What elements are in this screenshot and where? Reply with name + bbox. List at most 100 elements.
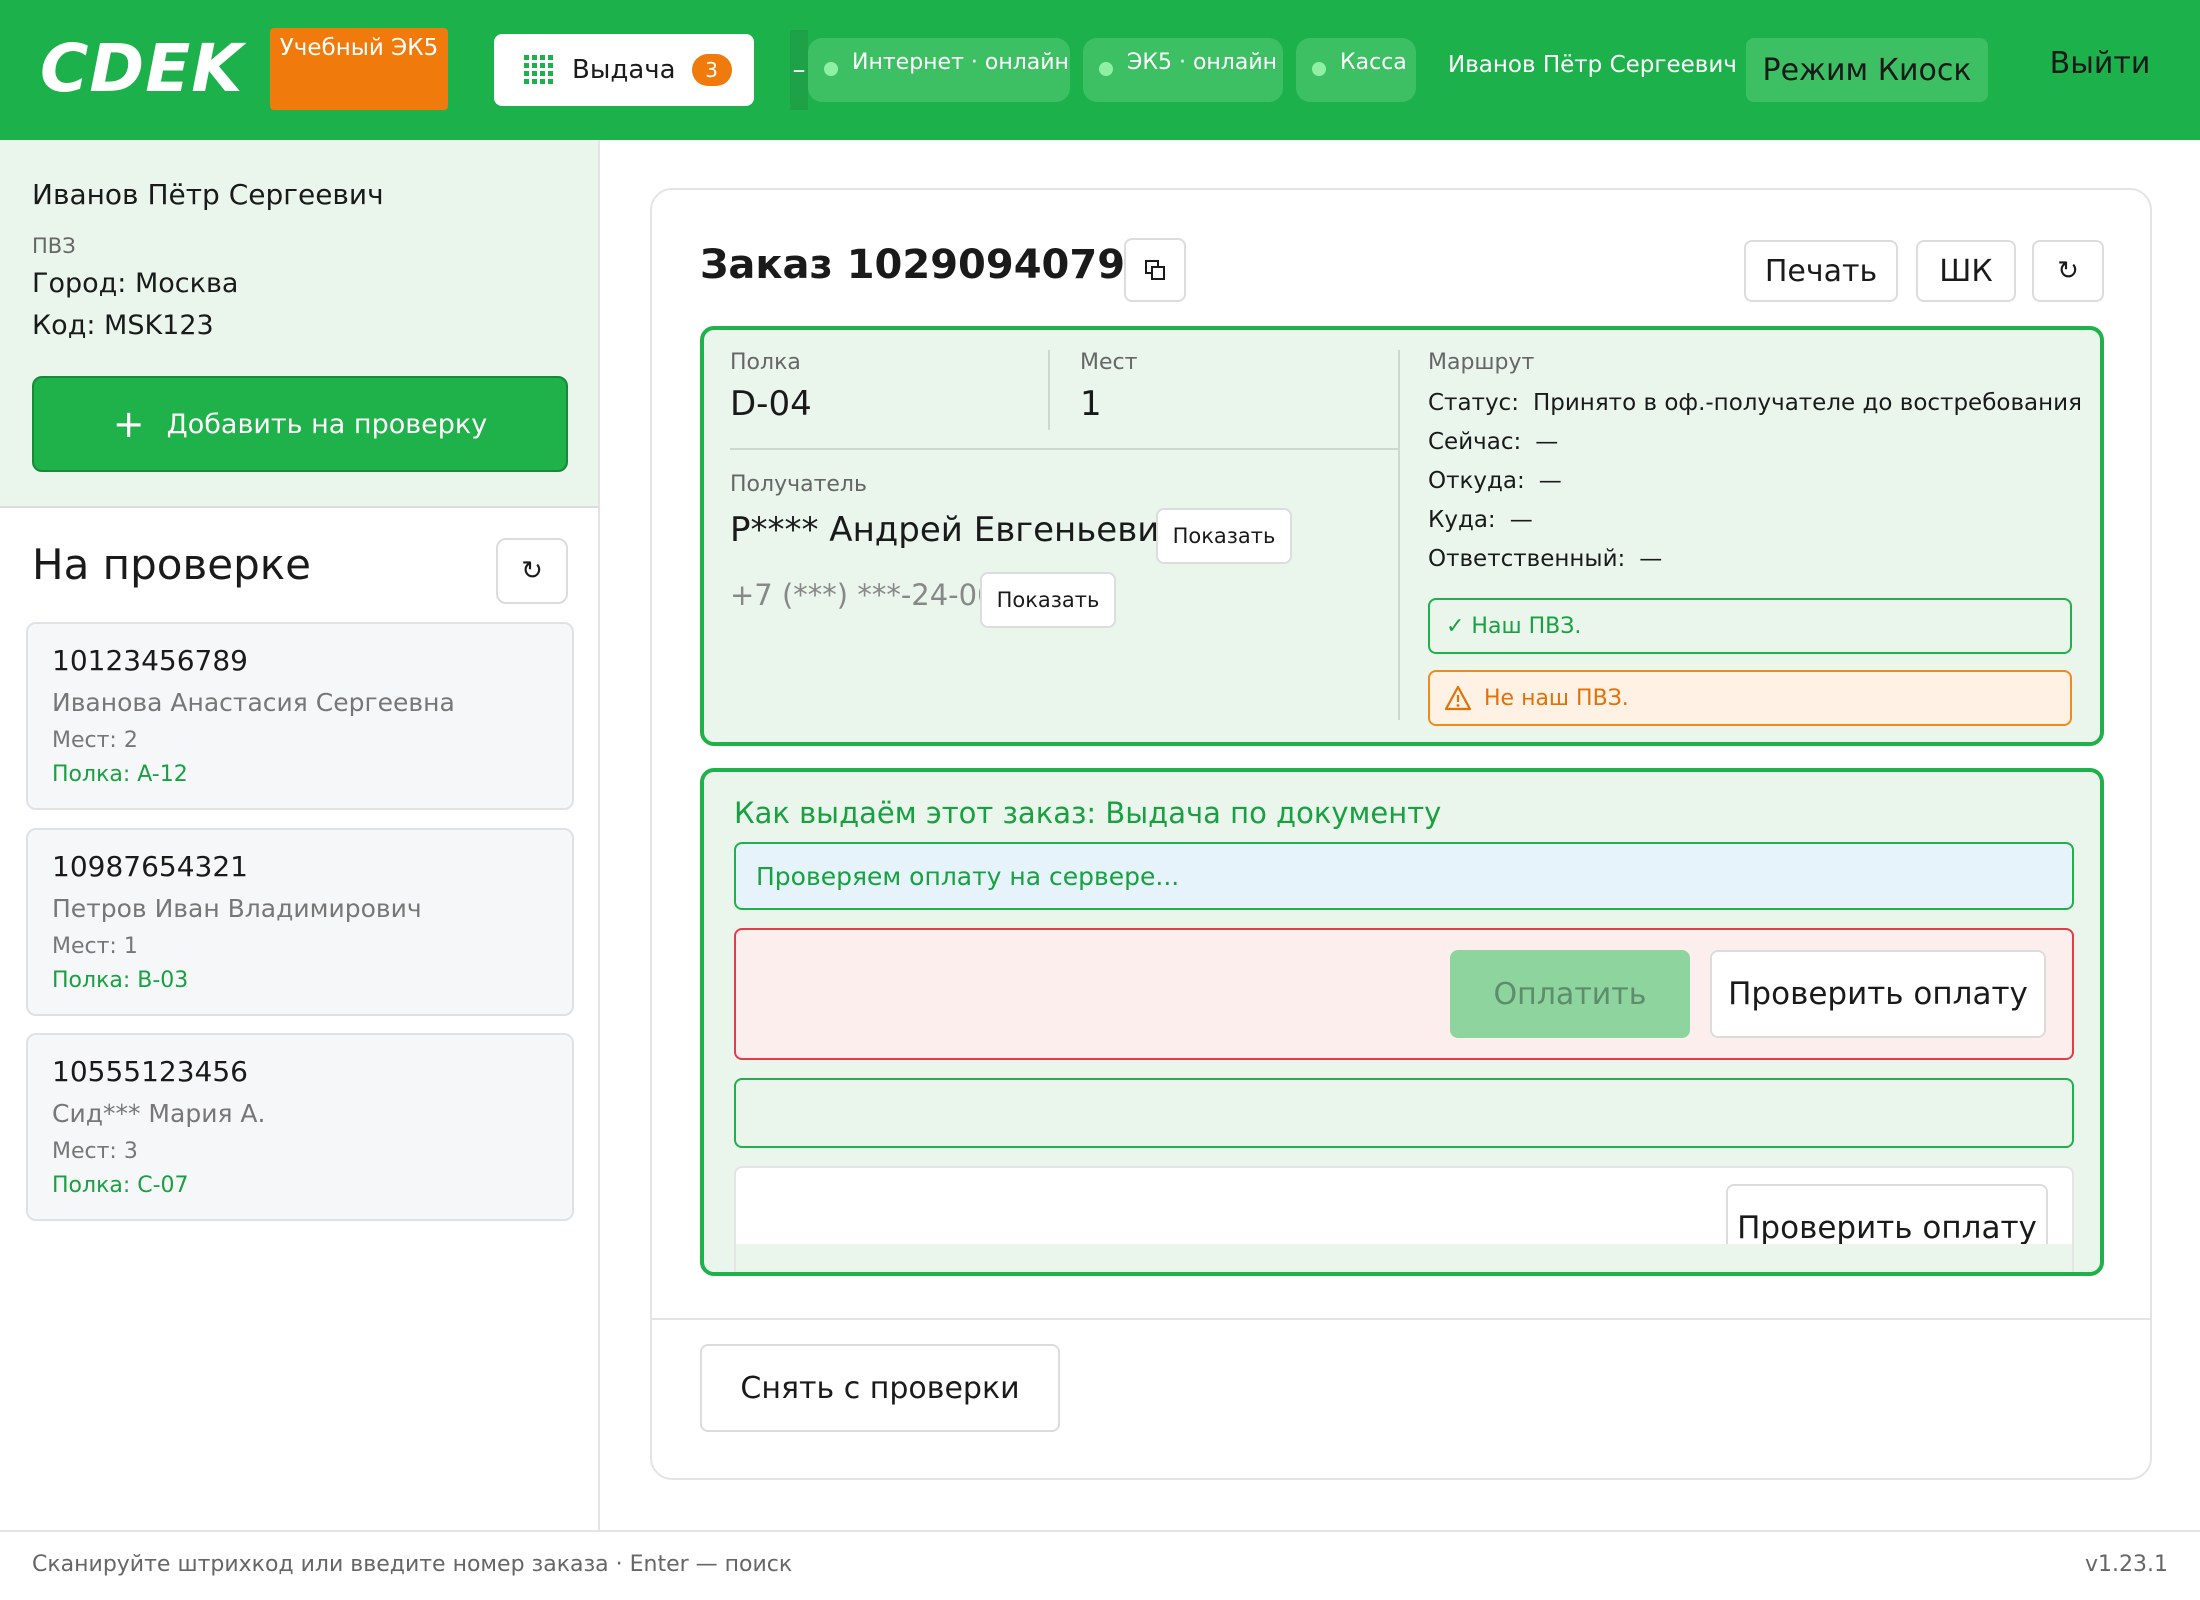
pvz-city: Город: Москва [32,268,239,299]
print-button[interactable]: Печать [1744,240,1898,302]
tab-issue[interactable]: Выдача 3 [494,34,754,106]
grid-icon [524,55,553,84]
refresh-order-button[interactable]: ↻ [2032,240,2104,302]
recipient-phone: +7 (***) ***-24-00 [730,578,996,612]
pvz-label: ПВЗ [32,234,76,258]
card-places: Мест: 1 [52,934,138,959]
warning-icon [1444,685,1472,711]
order-panel: Заказ 10290940794 Печать ШК ↻ Полка D-04… [650,188,2152,1480]
secondary-payment-zone: Проверить оплату [734,1166,2074,1272]
order-info-box: Полка D-04 Мест 1 Получатель Р**** Андре… [700,326,2104,746]
review-card[interactable]: 10555123456 Сид*** Мария А. Мест: 3 Полк… [26,1033,574,1221]
issue-method-title: Как выдаём этот заказ: Выдача по докумен… [734,796,1442,830]
refresh-icon: ↻ [2057,256,2079,286]
barcode-button[interactable]: ШК [1916,240,2016,302]
tab-issue-count-badge: 3 [691,54,732,86]
top-header: CDEK Учебный ЭК5 Выдача 3 – Интернет · о… [0,0,2200,140]
online-dot-icon [1099,62,1113,76]
card-recipient: Иванова Анастасия Сергеевна [52,688,455,717]
shelf-label: Полка [730,350,801,375]
status-kassa: Касса [1296,38,1416,102]
pay-button[interactable]: Оплатить [1450,950,1690,1038]
places-value: 1 [1080,384,1102,424]
route-value: Принято в оф.-получателе до востребовани… [1532,390,2082,416]
header-user-name: Иванов Пётр Сергеевич [1448,52,1737,78]
show-phone-button[interactable]: Показать [980,572,1116,628]
status-ek5-label: ЭК5 · онлайн [1127,50,1278,75]
divider [652,1318,2150,1320]
route-key: Статус: [1428,390,1519,416]
divider [730,448,1398,450]
copy-icon [1145,260,1165,280]
scan-hint: Сканируйте штрихкод или введите номер за… [32,1552,793,1577]
app-version: v1.23.1 [2085,1552,2168,1577]
operator-info: Иванов Пётр Сергеевич ПВЗ Город: Москва … [0,140,598,508]
route-value: — [1509,507,1533,533]
route-value: — [1639,546,1663,572]
route-value: — [1538,468,1562,494]
card-places: Мест: 2 [52,728,138,753]
card-recipient: Петров Иван Владимирович [52,894,422,923]
issue-method-box: Как выдаём этот заказ: Выдача по докумен… [700,768,2104,1276]
check-payment-button[interactable]: Проверить оплату [1710,950,2046,1038]
refresh-review-button[interactable]: ↻ [496,538,568,604]
route-label: Маршрут [1428,350,1535,375]
route-key: Ответственный: [1428,546,1626,572]
route-key: Откуда: [1428,468,1525,494]
plus-icon: + [112,402,145,446]
payment-zone: Оплатить Проверить оплату [734,928,2074,1060]
status-kassa-label: Касса [1340,50,1407,75]
scroll-fade [736,1244,2072,1272]
route-key: Куда: [1428,507,1496,533]
not-our-pvz-notice: Не наш ПВЗ. [1428,670,2072,726]
card-places: Мест: 3 [52,1139,138,1164]
remove-from-review-button[interactable]: Снять с проверки [700,1344,1060,1432]
status-bar: Сканируйте штрихкод или введите номер за… [0,1530,2200,1600]
route-to: Куда: — [1428,507,1533,533]
our-pvz-notice: ✓ Наш ПВЗ. [1428,598,2072,654]
cdek-logo: CDEK [40,30,244,107]
route-status: Статус: Принято в оф.-получателе до востр… [1428,390,2082,416]
online-dot-icon [1312,62,1326,76]
operator-name: Иванов Пётр Сергеевич [32,178,384,211]
online-dot-icon [824,62,838,76]
card-shelf: Полка: B-03 [52,968,189,993]
card-shelf: Полка: A-12 [52,762,188,787]
copy-order-button[interactable] [1124,238,1186,302]
sidebar: Иванов Пётр Сергеевич ПВЗ Город: Москва … [0,140,600,1530]
tab-issue-label: Выдача [572,55,676,85]
card-order-number: 10987654321 [52,850,248,883]
order-title: Заказ 10290940794 [700,242,1153,288]
kiosk-mode-button[interactable]: Режим Киоск [1746,38,1988,102]
route-now: Сейчас: — [1428,429,1558,455]
places-label: Мест [1080,350,1138,375]
divider [1048,350,1050,430]
training-badge[interactable]: Учебный ЭК5 [270,28,448,110]
status-internet-label: Интернет · онлайн [852,50,1069,75]
shelf-value: D-04 [730,384,812,424]
on-review-title: На проверке [32,540,311,589]
divider [1398,350,1400,720]
recipient-label: Получатель [730,472,867,497]
status-internet: Интернет · онлайн [808,38,1070,102]
tab-overflow[interactable]: – [790,30,808,110]
add-to-review-button[interactable]: + Добавить на проверку [32,376,568,472]
card-recipient: Сид*** Мария А. [52,1099,266,1128]
review-card[interactable]: 10123456789 Иванова Анастасия Сергеевна … [26,622,574,810]
review-card[interactable]: 10987654321 Петров Иван Владимирович Мес… [26,828,574,1016]
route-from: Откуда: — [1428,468,1562,494]
card-order-number: 10555123456 [52,1055,248,1088]
card-shelf: Полка: C-07 [52,1173,189,1198]
show-name-button[interactable]: Показать [1156,508,1292,564]
payment-checking-status: Проверяем оплату на сервере... [734,842,2074,910]
add-to-review-label: Добавить на проверку [166,408,488,440]
status-ek5: ЭК5 · онлайн [1083,38,1283,102]
empty-status-zone [734,1078,2074,1148]
route-key: Сейчас: [1428,429,1522,455]
recipient-name: Р**** Андрей Евгеньевич [730,510,1180,550]
pvz-code: Код: MSK123 [32,310,214,341]
logout-button[interactable]: Выйти [2030,46,2170,81]
not-our-pvz-label: Не наш ПВЗ. [1484,685,1629,711]
refresh-icon: ↻ [521,556,543,586]
route-responsible: Ответственный: — [1428,546,1662,572]
